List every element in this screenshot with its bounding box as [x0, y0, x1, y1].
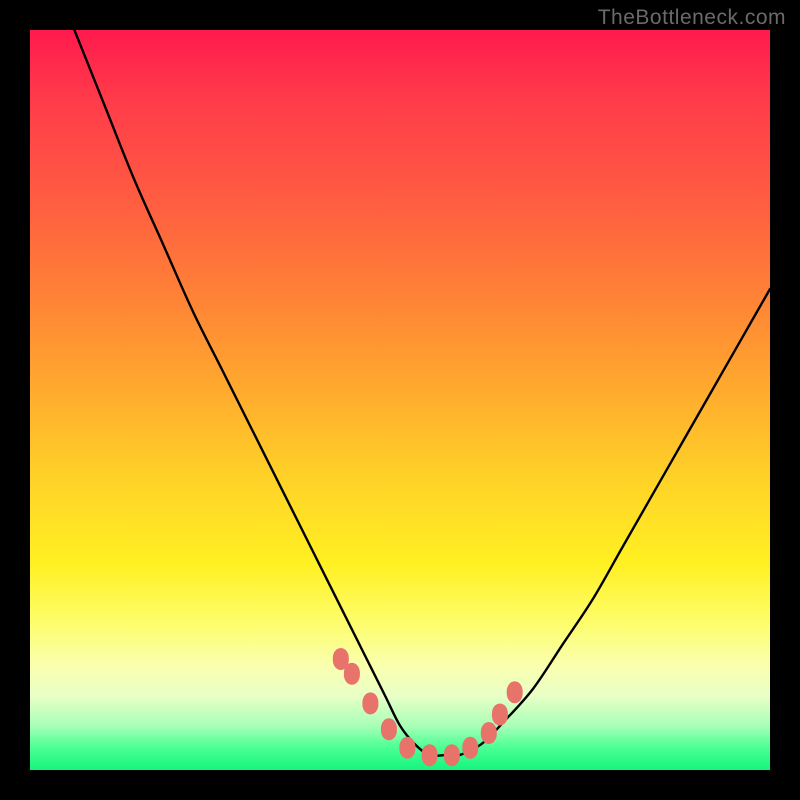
optimal-marker [492, 704, 508, 726]
optimal-marker [399, 737, 415, 759]
optimal-marker [344, 663, 360, 685]
plot-area [30, 30, 770, 770]
optimal-marker [381, 718, 397, 740]
curve-layer [30, 30, 770, 770]
watermark-text: TheBottleneck.com [598, 6, 786, 30]
optimal-marker [462, 737, 478, 759]
optimal-markers [333, 648, 523, 766]
bottleneck-curve [74, 30, 770, 756]
optimal-marker [362, 692, 378, 714]
optimal-marker [444, 744, 460, 766]
optimal-marker [507, 681, 523, 703]
optimal-marker [422, 744, 438, 766]
chart-frame: TheBottleneck.com [0, 0, 800, 800]
optimal-marker [481, 722, 497, 744]
